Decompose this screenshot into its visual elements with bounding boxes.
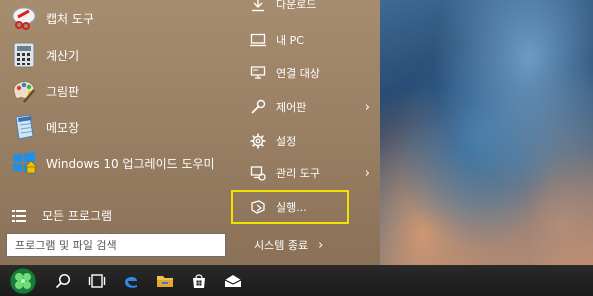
run-icon bbox=[250, 199, 266, 215]
taskbar-file-explorer-button[interactable] bbox=[148, 265, 182, 296]
mail-icon bbox=[224, 274, 242, 287]
start-orb-icon bbox=[9, 267, 37, 294]
snipping-tool-icon bbox=[10, 4, 38, 32]
desktop-wallpaper bbox=[380, 0, 593, 265]
app-label: 메모장 bbox=[46, 120, 80, 135]
place-label: 연결 대상 bbox=[276, 67, 320, 80]
submenu-chevron-icon: › bbox=[364, 165, 370, 181]
connect-to-icon bbox=[250, 65, 266, 81]
app-item-windows-upgrade[interactable]: Windows 10 업그레이드 도우미 bbox=[0, 146, 232, 180]
app-item-notepad[interactable]: 메모장 bbox=[0, 110, 232, 144]
place-label: 관리 도구 bbox=[276, 167, 320, 180]
search-icon bbox=[55, 273, 71, 288]
desktop-screen: 캡처 도구 계산기 그림판 메모장 Windows 10 업그레이드 도우미 모… bbox=[0, 0, 593, 296]
place-item-settings[interactable]: 설정 bbox=[232, 125, 380, 157]
place-label: 실행... bbox=[276, 201, 307, 214]
admin-tools-icon bbox=[250, 165, 266, 181]
submenu-chevron-icon: › bbox=[364, 99, 370, 115]
place-item-this-pc[interactable]: 내 PC bbox=[232, 24, 380, 56]
app-label: 그림판 bbox=[46, 84, 80, 99]
place-item-downloads[interactable]: 다운로드 bbox=[232, 0, 380, 20]
task-view-icon bbox=[88, 273, 106, 288]
all-programs-button[interactable]: 모든 프로그램 bbox=[0, 202, 232, 228]
taskbar-store-button[interactable] bbox=[182, 265, 216, 296]
app-label: Windows 10 업그레이드 도우미 bbox=[46, 156, 215, 171]
shutdown-button[interactable]: 시스템 종료 › bbox=[232, 232, 380, 258]
gear-icon bbox=[250, 133, 266, 149]
app-label: 캡처 도구 bbox=[46, 11, 94, 26]
paint-icon bbox=[10, 77, 38, 105]
taskbar-edge-button[interactable] bbox=[114, 265, 148, 296]
taskbar-task-view-button[interactable] bbox=[80, 265, 114, 296]
file-explorer-icon bbox=[157, 275, 173, 287]
all-programs-icon bbox=[12, 208, 26, 222]
program-search-input[interactable] bbox=[13, 237, 225, 253]
app-label: 계산기 bbox=[46, 48, 80, 63]
place-label: 다운로드 bbox=[276, 0, 317, 11]
app-item-calculator[interactable]: 계산기 bbox=[0, 38, 232, 72]
computer-icon bbox=[250, 32, 266, 48]
all-programs-label: 모든 프로그램 bbox=[42, 208, 113, 223]
calculator-icon bbox=[10, 41, 38, 69]
place-item-admin-tools[interactable]: 관리 도구 › bbox=[232, 157, 380, 189]
store-icon bbox=[193, 273, 205, 288]
place-item-control-panel[interactable]: 제어판 › bbox=[232, 91, 380, 123]
program-search-box[interactable] bbox=[6, 233, 226, 257]
place-label: 내 PC bbox=[276, 34, 304, 47]
taskbar-mail-button[interactable] bbox=[216, 265, 250, 296]
place-label: 제어판 bbox=[276, 101, 307, 114]
start-menu-places-pane: 다운로드 내 PC 연결 대상 제어판 › 설정 관리 도구 › 실행... 시… bbox=[232, 0, 380, 265]
start-menu-programs-pane: 캡처 도구 계산기 그림판 메모장 Windows 10 업그레이드 도우미 모… bbox=[0, 0, 232, 265]
app-item-paint[interactable]: 그림판 bbox=[0, 74, 232, 108]
start-button[interactable] bbox=[0, 265, 46, 296]
taskbar bbox=[0, 265, 593, 296]
notepad-icon bbox=[10, 113, 38, 141]
taskbar-search-button[interactable] bbox=[46, 265, 80, 296]
place-label: 설정 bbox=[276, 135, 297, 148]
place-item-connect-to[interactable]: 연결 대상 bbox=[232, 57, 380, 89]
edge-icon bbox=[125, 276, 137, 288]
download-icon bbox=[250, 0, 266, 12]
start-menu: 캡처 도구 계산기 그림판 메모장 Windows 10 업그레이드 도우미 모… bbox=[0, 0, 380, 265]
windows-upgrade-icon bbox=[10, 149, 38, 177]
shutdown-label: 시스템 종료 bbox=[254, 239, 309, 252]
shutdown-options-chevron-icon[interactable]: › bbox=[318, 238, 323, 253]
app-item-snipping-tool[interactable]: 캡처 도구 bbox=[0, 1, 232, 35]
place-item-run[interactable]: 실행... bbox=[232, 191, 380, 223]
control-panel-icon bbox=[250, 99, 266, 115]
